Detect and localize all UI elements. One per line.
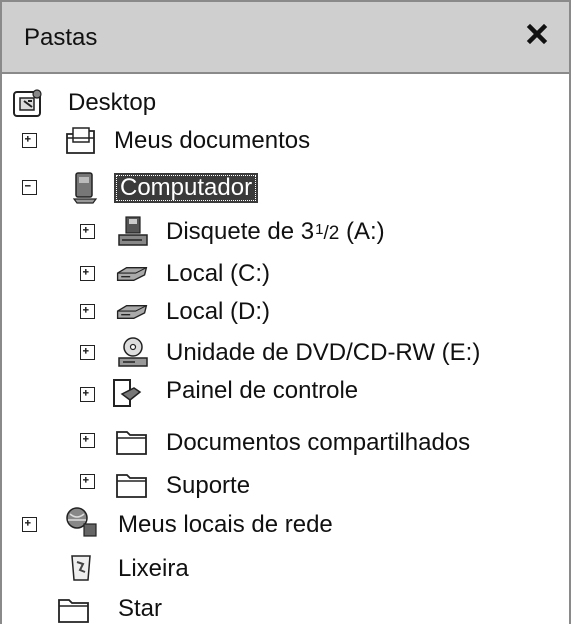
tree-item-painel-de-controle[interactable]: Painel de controle — [80, 376, 420, 410]
tree-item-label: Lixeira — [118, 555, 189, 582]
tree-item-label: Unidade de DVD/CD-RW (E:) — [166, 339, 481, 366]
control-panel-icon — [110, 376, 146, 410]
desktop-icon — [10, 86, 46, 120]
tree-item-disquete[interactable]: Disquete de 31/2 (A:) — [80, 215, 440, 249]
tree-item-computador[interactable]: Computador — [22, 171, 322, 205]
tree-item-dvd[interactable]: Unidade de DVD/CD-RW (E:) — [80, 336, 550, 370]
expand-plus-icon[interactable] — [22, 133, 37, 148]
tree-item-label: Disquete de 31/2 (A:) — [166, 217, 385, 249]
expand-plus-icon[interactable] — [80, 345, 95, 360]
tree-item-suporte[interactable]: Suporte — [80, 467, 380, 501]
pane-title: Pastas — [24, 24, 98, 51]
hard-drive-icon — [114, 295, 150, 329]
tree-item-documentos-compartilhados[interactable]: Documentos compartilhados — [80, 424, 540, 458]
documents-folder-icon — [64, 124, 100, 158]
close-button[interactable] — [521, 18, 553, 50]
expand-plus-icon[interactable] — [80, 387, 95, 402]
recycle-bin-icon — [64, 550, 100, 584]
folder-icon — [56, 592, 92, 626]
label-fraction-denominator: /2 — [323, 223, 340, 244]
tree-item-label: Documentos compartilhados — [166, 429, 471, 456]
tree-item-star[interactable]: Star — [56, 592, 256, 626]
tree-item-label: Meus documentos — [114, 127, 311, 154]
tree-item-label: Painel de controle — [166, 377, 359, 404]
expand-plus-icon[interactable] — [80, 304, 95, 319]
tree-item-lixeira[interactable]: Lixeira — [64, 552, 264, 586]
tree-item-label-selected: Computador — [114, 173, 259, 203]
folder-icon — [114, 424, 150, 458]
tree-item-label: Meus locais de rede — [118, 511, 333, 538]
folder-icon — [114, 467, 150, 501]
folders-pane: Pastas Desktop Meus documentos Computado — [0, 0, 571, 624]
expand-plus-icon[interactable] — [22, 517, 37, 532]
label-prefix: Disquete de 3 — [166, 218, 315, 245]
computer-icon — [68, 171, 104, 205]
expand-plus-icon[interactable] — [80, 224, 95, 239]
close-x-icon — [526, 23, 548, 45]
expand-plus-icon[interactable] — [80, 474, 95, 489]
tree-item-local-d[interactable]: Local (D:) — [80, 295, 380, 329]
label-suffix: (A:) — [339, 218, 385, 245]
tree-item-meus-documentos[interactable]: Meus documentos — [22, 124, 362, 158]
tree-item-label: Star — [118, 595, 163, 622]
expand-plus-icon[interactable] — [80, 433, 95, 448]
hard-drive-icon — [114, 257, 150, 291]
tree-item-meus-locais-de-rede[interactable]: Meus locais de rede — [22, 506, 382, 542]
tree-item-label: Suporte — [166, 472, 251, 499]
dvd-drive-icon — [116, 336, 152, 370]
collapse-minus-icon[interactable] — [22, 180, 37, 195]
label-fraction-numerator: 1 — [315, 221, 324, 238]
expand-plus-icon[interactable] — [80, 266, 95, 281]
tree-item-desktop[interactable]: Desktop — [10, 86, 310, 120]
tree-item-label: Local (D:) — [166, 298, 271, 325]
floppy-drive-icon — [116, 215, 152, 249]
tree-item-local-c[interactable]: Local (C:) — [80, 257, 380, 291]
network-places-icon — [64, 506, 100, 540]
tree-item-label: Desktop — [68, 89, 157, 116]
pane-header: Pastas — [2, 2, 569, 74]
tree-item-label: Local (C:) — [166, 260, 271, 287]
